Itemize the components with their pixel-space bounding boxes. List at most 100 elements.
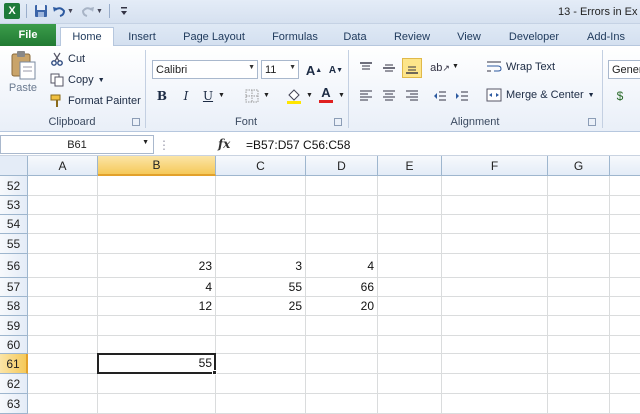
cell-b56[interactable]: 23 (98, 259, 212, 273)
format-painter-button[interactable]: Format Painter (50, 94, 141, 108)
undo-dropdown-icon[interactable]: ▼ (67, 8, 74, 15)
cell-c58[interactable]: 25 (216, 299, 302, 313)
tab-developer[interactable]: Developer (500, 27, 568, 46)
column-header-f[interactable]: F (442, 156, 548, 176)
excel-logo-icon[interactable]: X (4, 3, 20, 19)
clipboard-group-label: Clipboard (48, 116, 96, 128)
align-bottom-button[interactable] (402, 58, 422, 78)
underline-dropdown-icon[interactable]: ▼ (218, 92, 225, 99)
chevron-down-icon[interactable]: ▼ (142, 139, 149, 146)
splitter-dots-icon[interactable]: ⋮ (158, 138, 170, 152)
customize-icon[interactable] (116, 3, 132, 19)
font-color-button[interactable]: A (316, 84, 336, 104)
cell-c57[interactable]: 55 (216, 280, 302, 294)
row-header-62[interactable]: 62 (0, 374, 28, 394)
insert-function-button[interactable]: fx (218, 137, 230, 151)
row-header-55[interactable]: 55 (0, 234, 28, 254)
font-name-select[interactable]: Calibri ▼ (152, 60, 258, 79)
merge-center-button[interactable]: Merge & Center ▼ (486, 88, 595, 102)
number-format-select[interactable]: Gener (608, 60, 640, 79)
decrease-indent-button[interactable] (430, 86, 450, 106)
fill-color-dropdown-icon[interactable]: ▼ (306, 92, 313, 99)
cell-b57[interactable]: 4 (98, 280, 212, 294)
tab-view[interactable]: View (450, 27, 488, 46)
row-header-54[interactable]: 54 (0, 215, 28, 234)
align-middle-button[interactable] (379, 58, 399, 78)
align-top-button[interactable] (356, 58, 376, 78)
column-header-b[interactable]: B (98, 156, 216, 176)
row-header-57[interactable]: 57 (0, 278, 28, 297)
column-header-g[interactable]: G (548, 156, 610, 176)
merge-dropdown-icon[interactable]: ▼ (588, 92, 595, 99)
column-header-d[interactable]: D (306, 156, 378, 176)
align-left-button[interactable] (356, 86, 376, 106)
orientation-button[interactable]: ab ↗ (430, 58, 450, 78)
row-header-53[interactable]: 53 (0, 196, 28, 215)
gridline (97, 176, 98, 414)
cell-d56[interactable]: 4 (306, 259, 374, 273)
shrink-font-button[interactable]: A ▼ (326, 60, 346, 80)
tab-review[interactable]: Review (384, 27, 440, 46)
column-header-a[interactable]: A (28, 156, 98, 176)
align-center-button[interactable] (379, 86, 399, 106)
copy-icon (50, 73, 64, 87)
increase-indent-button[interactable] (452, 86, 472, 106)
gridline (377, 176, 378, 414)
font-launcher-icon[interactable] (334, 118, 342, 126)
tab-insert[interactable]: Insert (120, 27, 164, 46)
cell-d57[interactable]: 66 (306, 280, 374, 294)
worksheet-grid[interactable]: A B C D E F G 52 53 54 55 56 57 58 59 60… (0, 156, 640, 414)
redo-dropdown-icon[interactable]: ▼ (96, 8, 103, 15)
cell-d58[interactable]: 20 (306, 299, 374, 313)
tab-add-ins[interactable]: Add-Ins (580, 27, 632, 46)
fill-color-button[interactable] (284, 86, 304, 106)
row-header-60[interactable]: 60 (0, 336, 28, 354)
fill-handle[interactable] (212, 370, 217, 375)
copy-dropdown-icon[interactable]: ▼ (98, 77, 105, 84)
name-box[interactable]: B61 ▼ (0, 135, 154, 154)
paste-button[interactable]: Paste (6, 50, 40, 94)
tab-page-layout[interactable]: Page Layout (176, 27, 252, 46)
save-icon[interactable] (33, 3, 49, 19)
italic-button[interactable]: I (176, 86, 196, 106)
alignment-launcher-icon[interactable] (588, 118, 596, 126)
orientation-dropdown-icon[interactable]: ▼ (452, 63, 459, 70)
cell-c56[interactable]: 3 (216, 259, 302, 273)
bold-button[interactable]: B (152, 86, 172, 106)
row-header-63[interactable]: 63 (0, 394, 28, 414)
borders-dropdown-icon[interactable]: ▼ (263, 92, 270, 99)
row-header-61[interactable]: 61 (0, 354, 28, 374)
row-header-58[interactable]: 58 (0, 297, 28, 316)
font-size-select[interactable]: 11 ▼ (261, 60, 299, 79)
font-color-dropdown-icon[interactable]: ▼ (338, 92, 345, 99)
redo-icon[interactable] (80, 3, 96, 19)
cut-button[interactable]: Cut (50, 52, 85, 66)
tab-home[interactable]: Home (60, 27, 114, 46)
cell-b58[interactable]: 12 (98, 299, 212, 313)
row-header-56[interactable]: 56 (0, 254, 28, 278)
clipboard-launcher-icon[interactable] (132, 118, 140, 126)
group-divider (602, 50, 603, 128)
undo-icon[interactable] (51, 3, 67, 19)
copy-button[interactable]: Copy ▼ (50, 73, 105, 87)
column-header-e[interactable]: E (378, 156, 442, 176)
chevron-down-icon: ▼ (289, 64, 296, 71)
row-header-59[interactable]: 59 (0, 316, 28, 336)
gridline (28, 393, 640, 394)
column-header-h[interactable] (610, 156, 640, 176)
accounting-format-button[interactable]: $ (610, 86, 630, 106)
grow-font-button[interactable]: A ▲ (304, 60, 324, 80)
tab-data[interactable]: Data (336, 27, 374, 46)
row-header-52[interactable]: 52 (0, 176, 28, 196)
formula-input[interactable]: =B57:D57 C56:C58 (246, 138, 350, 152)
borders-button[interactable] (242, 86, 262, 106)
wrap-text-button[interactable]: Wrap Text (486, 60, 555, 74)
underline-button[interactable]: U (198, 86, 218, 106)
align-right-button[interactable] (402, 86, 422, 106)
column-header-c[interactable]: C (216, 156, 306, 176)
tab-formulas[interactable]: Formulas (264, 27, 326, 46)
tab-file[interactable]: File (0, 24, 56, 46)
select-all-corner[interactable] (0, 156, 28, 176)
align-bottom-icon (406, 66, 418, 74)
cell-b61[interactable]: 55 (98, 356, 212, 370)
